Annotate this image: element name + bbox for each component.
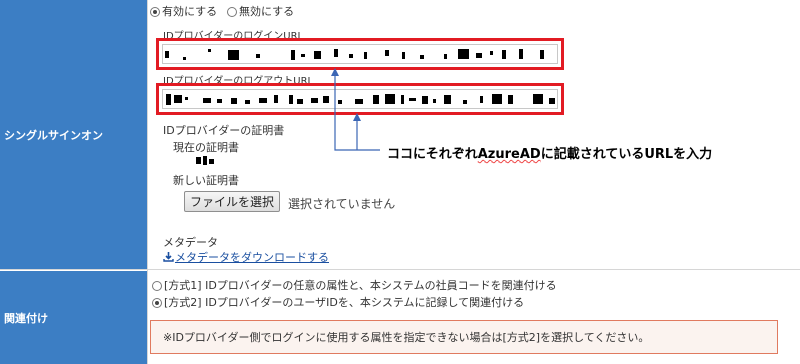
annotation-prefix: ココにそれぞれ (387, 147, 478, 162)
annotation-suffix: に記載されているURLを入力 (540, 147, 713, 162)
radio-option-1[interactable] (152, 281, 162, 291)
notice-text: ※IDプロバイダー側でログインに使用する属性を指定できない場合は[方式2]を選択… (163, 331, 650, 344)
annotation-azuread: AzureAD (477, 147, 541, 162)
mapping-notice: ※IDプロバイダー側でログインに使用する属性を指定できない場合は[方式2]を選択… (150, 320, 778, 354)
option-1-label: [方式1] IDプロバイダーの任意の属性と、本システムの社員コードを関連付ける (164, 279, 557, 292)
radio-option-2[interactable] (152, 298, 162, 308)
mapping-option-2[interactable]: [方式2] IDプロバイダーのユーザIDを、本システムに記録して関連付ける (152, 294, 524, 310)
annotation-note: ココにそれぞれAzureADに記載されているURLを入力 (387, 143, 712, 162)
mapping-option-1[interactable]: [方式1] IDプロバイダーの任意の属性と、本システムの社員コードを関連付ける (152, 277, 557, 293)
option-2-label: [方式2] IDプロバイダーのユーザIDを、本システムに記録して関連付ける (164, 296, 525, 309)
